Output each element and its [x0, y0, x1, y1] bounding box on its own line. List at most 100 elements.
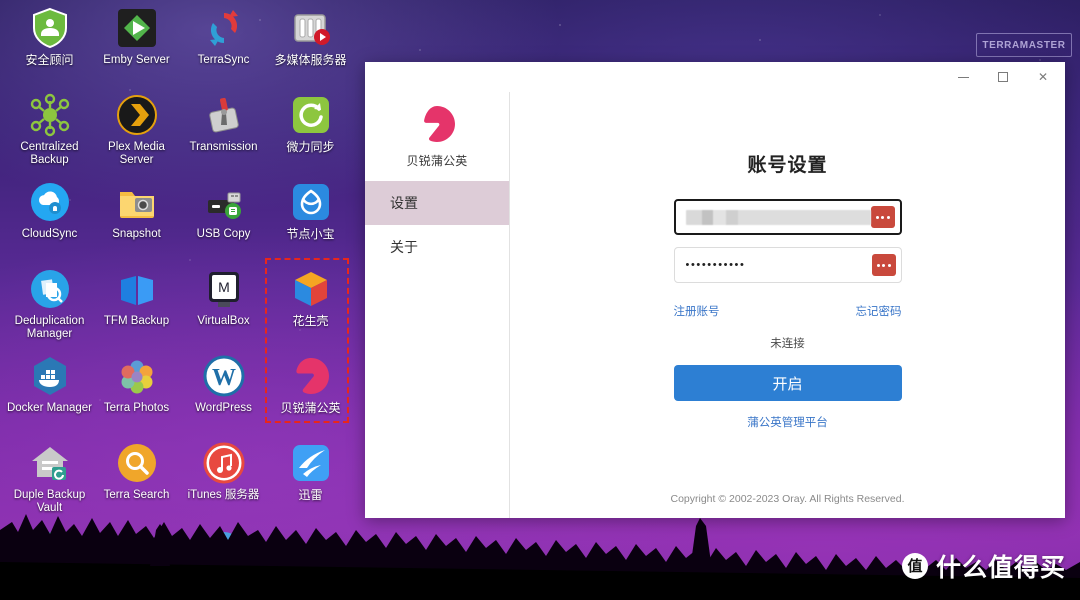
window-titlebar: ✕ — [365, 62, 1065, 92]
desktop-icon-label: Centralized Backup — [20, 141, 79, 166]
desktop-icon-oray-pgy[interactable]: 贝锐蒲公英 — [267, 348, 354, 435]
copyright-footer: Copyright © 2002-2023 Oray. All Rights R… — [670, 493, 905, 505]
account-field[interactable] — [673, 199, 902, 235]
smzdm-logo-text: 什么值得买 — [935, 554, 1066, 582]
desktop-icon-label: 节点小宝 — [286, 227, 335, 241]
usb-copy-icon — [201, 179, 247, 225]
desktop-icon-deduplication-manager[interactable]: Deduplication Manager — [6, 261, 93, 348]
desktop-icon-label: CloudSync — [21, 228, 78, 240]
desktop-icon-cloudsync[interactable]: CloudSync — [6, 174, 93, 261]
account-settings-form: 账号设置 ••••••••••• 注册账号 忘记密码 未连接 开启 蒲公英管理平… — [510, 92, 1065, 480]
desktop-icon-label: USB Copy — [196, 228, 251, 240]
desktop-icon-label: Emby Server — [103, 54, 170, 66]
desktop-icon-resilio-sync[interactable]: 微力同步 — [267, 87, 354, 174]
oray-pgy-window: ✕ 贝锐蒲公英 设置 关于 账号设置 ••••••••••• 注册账号 忘记密码… — [365, 62, 1065, 518]
desktop-icon-label: TerraSync — [197, 54, 250, 66]
desktop: TERRAMASTER 安全顾问 Emby Server TerraSync 多媒体服… — [0, 0, 1080, 600]
sidebar-item-settings-label: 设置 — [390, 195, 418, 211]
docker-manager-icon — [27, 353, 73, 399]
desktop-icon-snapshot[interactable]: Snapshot — [93, 174, 180, 261]
desktop-icon-label: 花生壳 — [292, 314, 329, 328]
desktop-icon-itunes-server[interactable]: iTunes 服务器 — [180, 435, 267, 522]
desktop-icon-qbittorrent[interactable]: qb qBittorrent — [180, 522, 267, 600]
desktop-icon-label: TerraSync Client — [94, 576, 179, 588]
password-field-value: ••••••••••• — [685, 259, 746, 271]
desktop-icon-terrasync-client[interactable]: TerraSync Client — [93, 522, 180, 600]
tfm-backup-icon — [114, 266, 160, 312]
desktop-icon-label: Snapshot — [112, 228, 161, 240]
svg-text:qb: qb — [212, 540, 235, 563]
sidebar-item-settings[interactable]: 设置 — [365, 181, 509, 225]
terrasync-icon — [201, 5, 247, 51]
xunlei-icon — [288, 440, 334, 486]
shield-advisor-icon — [27, 5, 73, 51]
app-brand: 贝锐蒲公英 — [365, 92, 509, 181]
desktop-icon-terra-photos[interactable]: Terra Photos — [93, 348, 180, 435]
desktop-icon-tfm-backup[interactable]: TFM Backup — [93, 261, 180, 348]
password-field[interactable]: ••••••••••• — [673, 247, 902, 283]
account-more-dots-icon-button[interactable] — [870, 206, 895, 228]
transmission-icon — [201, 92, 247, 138]
account-field-value — [685, 209, 871, 225]
desktop-icon-label: Terra Search — [103, 489, 170, 501]
desktop-icon-wordpress[interactable]: W WordPress — [180, 348, 267, 435]
terra-photos-icon — [114, 353, 160, 399]
desktop-icon-shield-advisor[interactable]: 安全顾问 — [6, 0, 93, 87]
desktop-icon-label: iTunes 服务器 — [187, 489, 260, 501]
deduplication-manager-icon — [27, 266, 73, 312]
desktop-icon-duple-backup[interactable]: Duple Backup — [6, 522, 93, 600]
desktop-icon-virtualbox[interactable]: M VirtualBox — [180, 261, 267, 348]
desktop-icon-centralized-backup[interactable]: Centralized Backup — [6, 87, 93, 174]
close-button[interactable]: ✕ — [1023, 63, 1063, 91]
plex-media-server-icon — [114, 92, 160, 138]
desktop-icon-label: qBittorrent — [196, 576, 251, 588]
desktop-icon-usb-copy[interactable]: USB Copy — [180, 174, 267, 261]
wordpress-icon: W — [201, 353, 247, 399]
svg-text:W: W — [212, 365, 236, 391]
desktop-icon-label: Transmission — [189, 141, 258, 153]
desktop-icon-label: Terra Photos — [103, 402, 170, 414]
desktop-icon-duple-backup-vault[interactable]: Duple Backup Vault — [6, 435, 93, 522]
desktop-icon-label: Plex Media Server — [108, 141, 165, 166]
desktop-icon-oray-hsk[interactable]: 花生壳 — [267, 261, 354, 348]
svg-text:M: M — [218, 279, 230, 295]
sidebar-item-about-label: 关于 — [390, 239, 418, 255]
connection-status-text: 未连接 — [770, 338, 805, 350]
desktop-icon-label: 多媒体服务器 — [274, 53, 347, 67]
desktop-icon-label: Deduplication Manager — [14, 315, 85, 340]
desktop-icon-plex-media-server[interactable]: Plex Media Server — [93, 87, 180, 174]
password-more-dots-icon-button[interactable] — [871, 254, 896, 276]
maximize-button[interactable] — [983, 63, 1023, 91]
desktop-icon-transmission[interactable]: Transmission — [180, 87, 267, 174]
qbittorrent-icon: qb — [201, 527, 247, 573]
desktop-icon-label: 贝锐蒲公英 — [280, 401, 341, 415]
oray-pgy-logo-icon — [417, 104, 457, 144]
oray-hsk-icon — [288, 266, 334, 312]
sidebar-item-about[interactable]: 关于 — [365, 225, 509, 269]
emby-server-icon — [114, 5, 160, 51]
desktop-icon-docker-manager[interactable]: Docker Manager — [6, 348, 93, 435]
minimize-button[interactable] — [943, 63, 983, 91]
smzdm-logo-mark: 值 — [901, 553, 928, 579]
desktop-icon-emby-server[interactable]: Emby Server — [93, 0, 180, 87]
desktop-icon-node-xiaobao[interactable]: 节点小宝 — [267, 174, 354, 261]
desktop-icon-xunlei[interactable]: 迅雷 — [267, 435, 354, 522]
start-button[interactable]: 开启 — [673, 365, 902, 401]
itunes-server-icon — [201, 440, 247, 486]
desktop-icon-terra-search[interactable]: Terra Search — [93, 435, 180, 522]
panel-title: 账号设置 — [747, 155, 828, 176]
forgot-password-link[interactable]: 忘记密码 — [856, 303, 902, 319]
desktop-icon-label: VirtualBox — [197, 315, 250, 327]
duple-backup-vault-icon — [27, 440, 73, 486]
terramaster-logo-text: TERRAMASTER — [982, 39, 1066, 51]
snapshot-icon — [114, 179, 160, 225]
window-sidebar: 贝锐蒲公英 设置 关于 — [365, 92, 510, 518]
register-account-link[interactable]: 注册账号 — [674, 303, 720, 319]
centralized-backup-icon — [27, 92, 73, 138]
desktop-icon-label: Docker Manager — [6, 402, 92, 414]
desktop-icon-grid: 安全顾问 Emby Server TerraSync 多媒体服务器 Centralize… — [0, 0, 360, 600]
desktop-icon-label: Duple Backup — [13, 576, 86, 588]
management-platform-link[interactable]: 蒲公英管理平台 — [747, 414, 828, 430]
desktop-icon-multimedia-server[interactable]: 多媒体服务器 — [267, 0, 354, 87]
desktop-icon-terrasync[interactable]: TerraSync — [180, 0, 267, 87]
